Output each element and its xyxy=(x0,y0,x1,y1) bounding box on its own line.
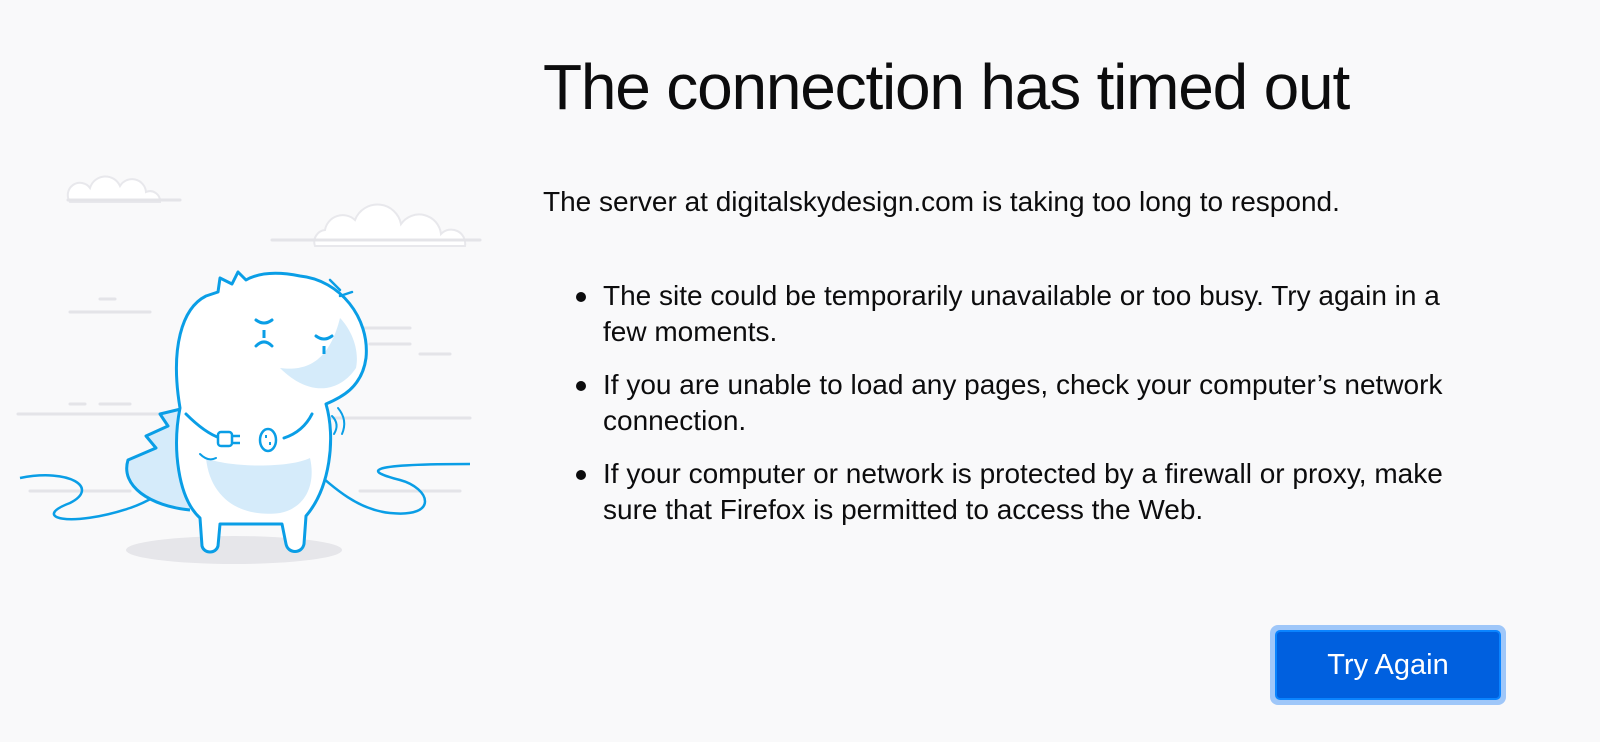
cloud-icon xyxy=(66,175,162,203)
error-description: The server at digitalskydesign.com is ta… xyxy=(543,186,1340,217)
reason-text: If your computer or network is protected… xyxy=(603,458,1443,525)
list-item: If you are unable to load any pages, che… xyxy=(543,367,1483,439)
error-content: The connection has timed out The server … xyxy=(543,0,1523,525)
try-again-focus-ring: Try Again xyxy=(1270,625,1506,705)
reason-text: If you are unable to load any pages, che… xyxy=(603,369,1443,436)
list-item: If your computer or network is protected… xyxy=(543,456,1483,528)
bullet-icon xyxy=(576,381,586,391)
list-item: The site could be temporarily unavailabl… xyxy=(543,278,1483,350)
unplugged-dinosaur-illustration xyxy=(16,175,482,564)
reason-text: The site could be temporarily unavailabl… xyxy=(603,280,1440,347)
try-again-button[interactable]: Try Again xyxy=(1275,630,1501,700)
page-title: The connection has timed out xyxy=(543,51,1350,123)
socket-icon xyxy=(258,427,278,453)
bullet-icon xyxy=(576,470,586,480)
bullet-icon xyxy=(576,292,586,302)
error-reasons-list: The site could be temporarily unavailabl… xyxy=(543,278,1483,545)
